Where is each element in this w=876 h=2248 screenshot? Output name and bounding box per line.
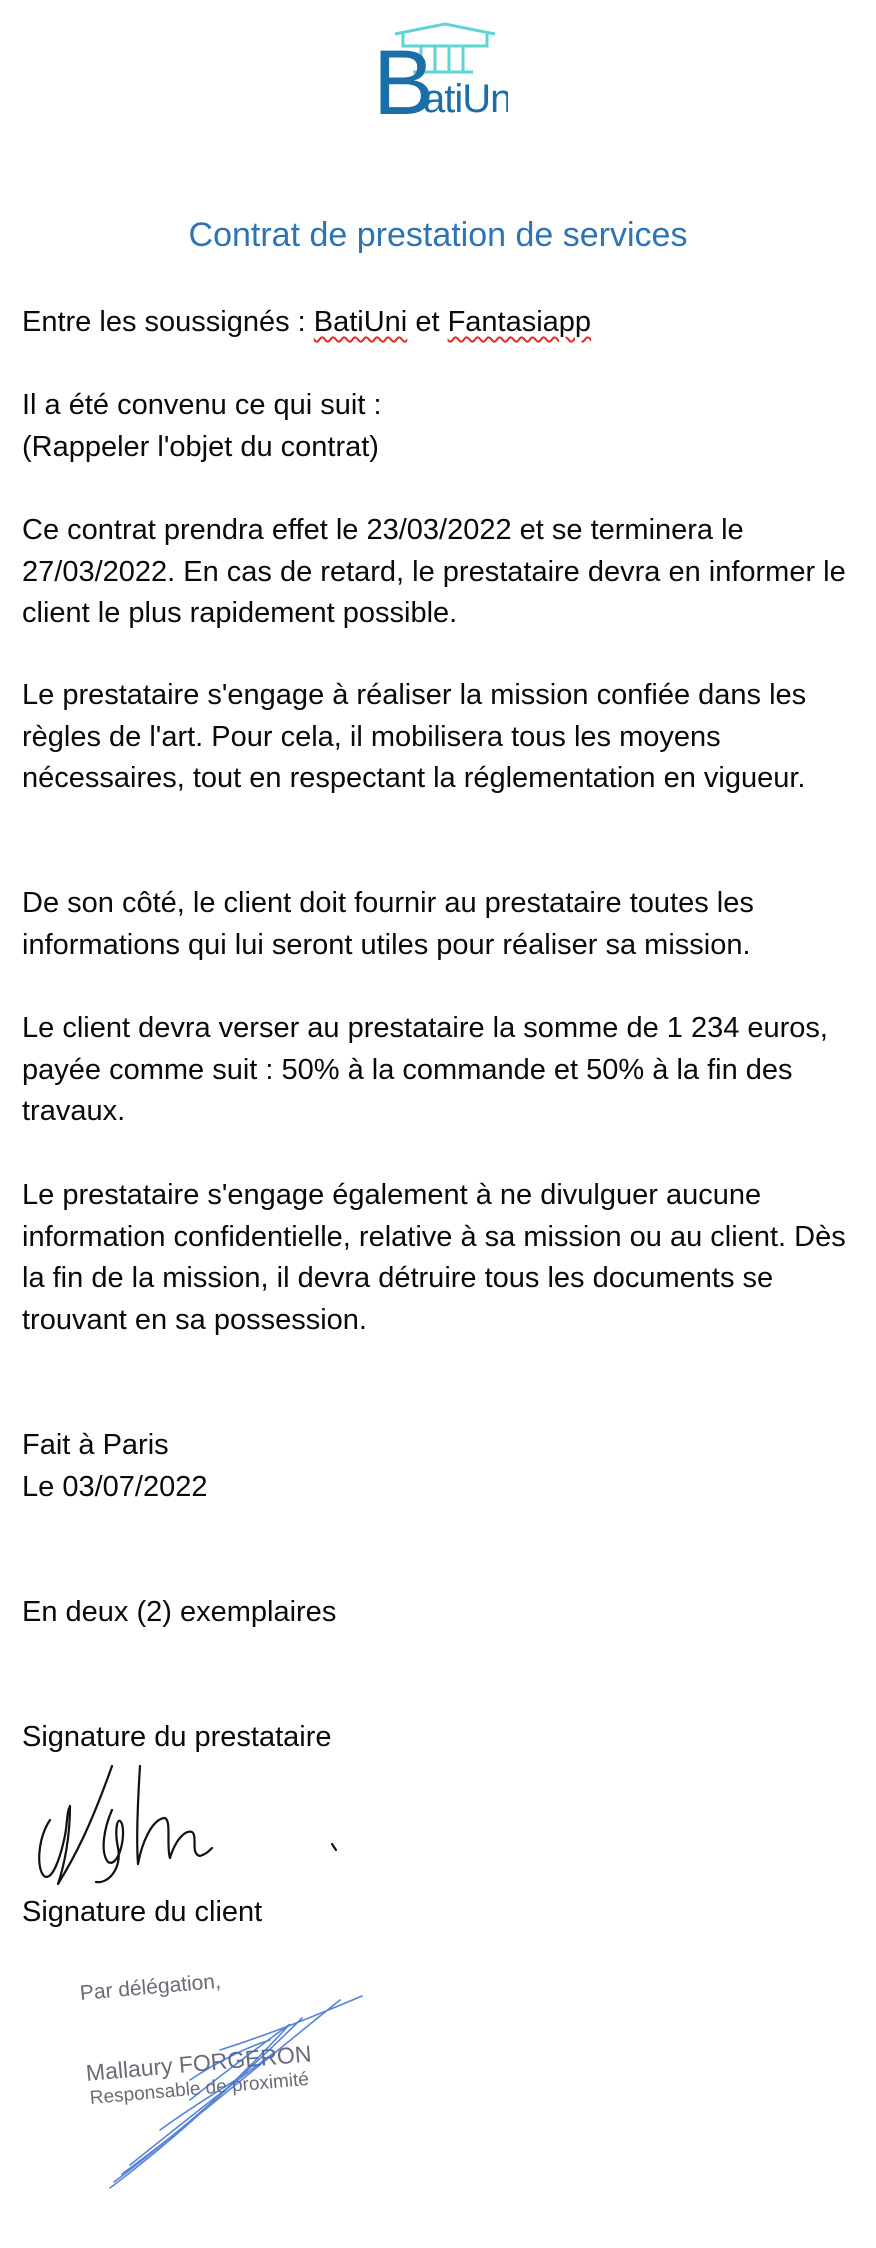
paragraph-dates-text: Ce contrat prendra effet le 23/03/2022 e… xyxy=(22,514,846,629)
date: Le 03/07/2022 xyxy=(22,1470,208,1503)
paragraph-confidentiality-text: Le prestataire s'engage également à ne d… xyxy=(22,1179,846,1336)
agreement-line-1: Il a été convenu ce qui suit : xyxy=(22,389,382,421)
parties-line: Entre les soussignés : BatiUni et Fantas… xyxy=(22,302,864,344)
signature-prestataire-image xyxy=(38,1764,338,1886)
paragraph-payment: Le client devra verser au prestataire la… xyxy=(22,1008,864,1133)
signature-prestataire-label-text: Signature du prestataire xyxy=(22,1721,332,1753)
copies-text: En deux (2) exemplaires xyxy=(22,1596,337,1628)
client-signature-image xyxy=(109,1995,363,2189)
agreement-line-2: (Rappeler l'objet du contrat) xyxy=(22,430,379,463)
client-stamp: Par délégation, Mallaury FORGERON Respon… xyxy=(70,1960,400,2200)
signature-prestataire-label: Signature du prestataire xyxy=(22,1717,864,1759)
paragraph-dates: Ce contrat prendra effet le 23/03/2022 e… xyxy=(22,510,864,635)
parties-conjunction: et xyxy=(407,306,448,338)
svg-text:atiUni: atiUni xyxy=(423,77,508,121)
party-2: Fantasiapp xyxy=(447,306,592,338)
contract-page: B atiUni Contrat de prestation de servic… xyxy=(0,0,876,2248)
paragraph-client-duty: De son côté, le client doit fournir au p… xyxy=(22,883,864,966)
paragraph-payment-text: Le client devra verser au prestataire la… xyxy=(22,1012,828,1127)
place-date-block: Fait à Paris Le 03/07/2022 xyxy=(22,1425,864,1508)
batiuni-logo: B atiUni xyxy=(373,22,508,122)
copies-line: En deux (2) exemplaires xyxy=(22,1592,864,1634)
paragraph-confidentiality: Le prestataire s'engage également à ne d… xyxy=(22,1175,864,1341)
signature-client-label: Signature du client xyxy=(22,1892,864,1934)
signature-client-label-text: Signature du client xyxy=(22,1896,263,1928)
paragraph-client-duty-text: De son côté, le client doit fournir au p… xyxy=(22,887,754,961)
agreement-block: Il a été convenu ce qui suit : (Rappeler… xyxy=(22,385,864,468)
party-1: BatiUni xyxy=(313,306,408,338)
paragraph-engagement-text: Le prestataire s'engage à réaliser la mi… xyxy=(22,679,807,794)
parties-prefix: Entre les soussignés : xyxy=(22,306,314,338)
contract-title: Contrat de prestation de services xyxy=(188,216,688,254)
place: Fait à Paris xyxy=(22,1429,169,1461)
paragraph-engagement: Le prestataire s'engage à réaliser la mi… xyxy=(22,675,864,800)
